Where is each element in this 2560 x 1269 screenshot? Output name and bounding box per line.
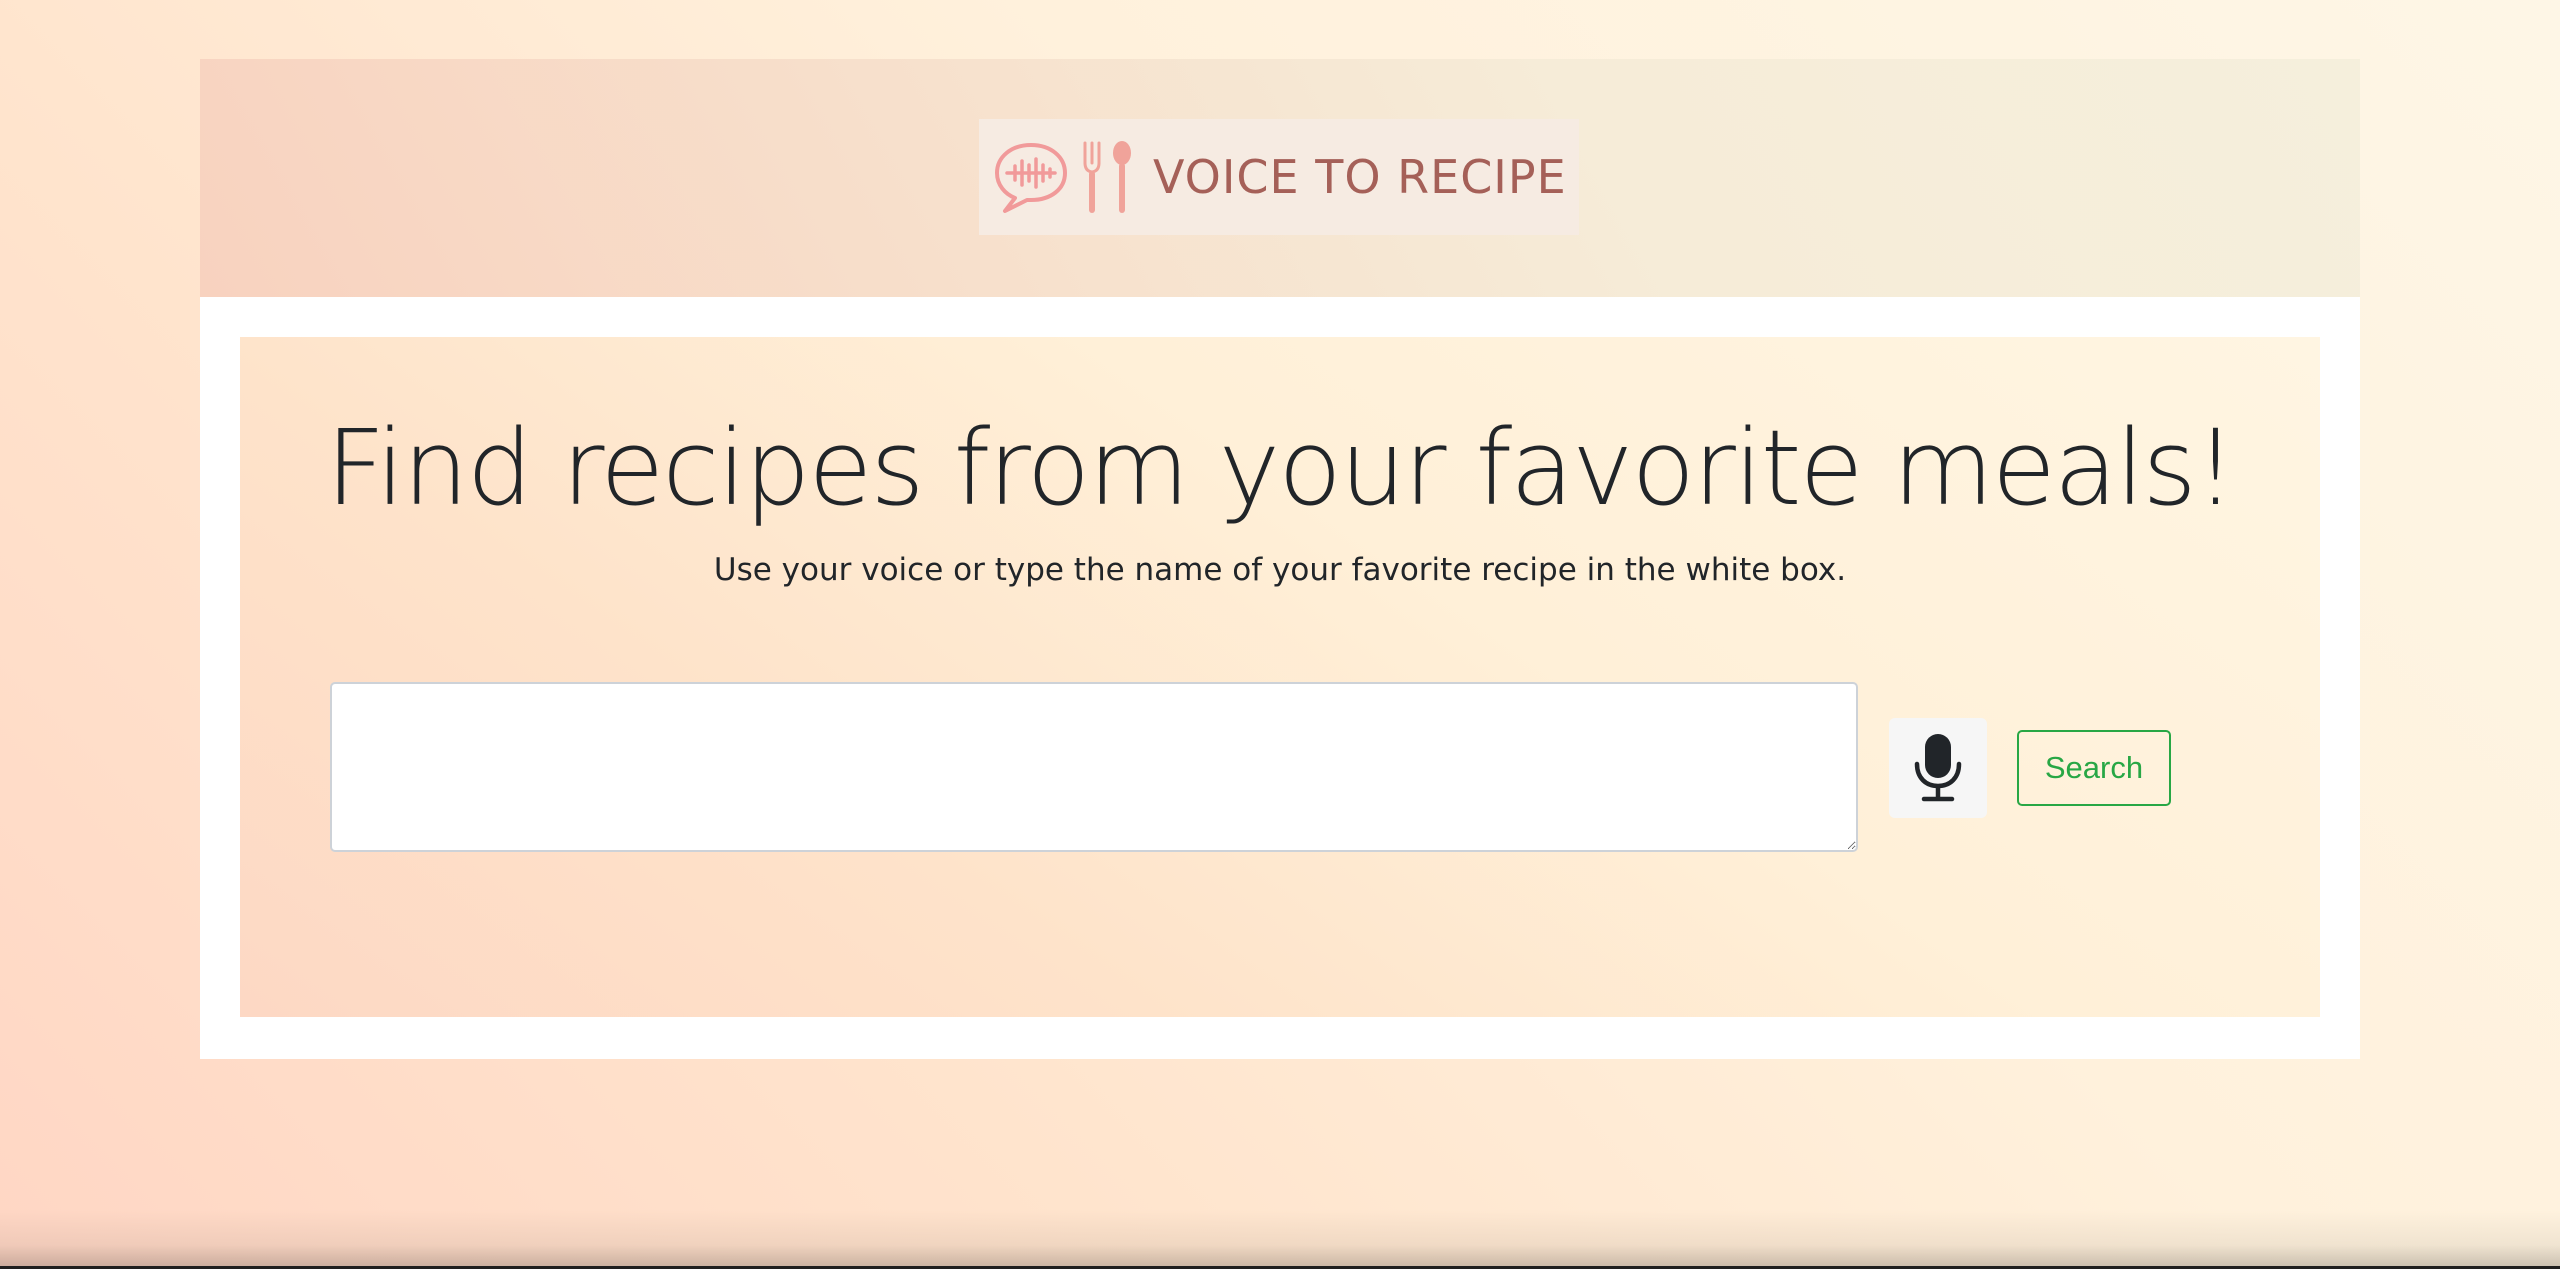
microphone-button[interactable]	[1889, 718, 1987, 818]
search-button[interactable]: Search	[2017, 730, 2171, 806]
spoon-icon	[1113, 141, 1131, 213]
header-banner: VOICE TO RECIPE	[200, 59, 2360, 297]
microphone-icon	[1914, 734, 1962, 802]
main-card: Find recipes from your favorite meals! U…	[200, 297, 2360, 1059]
logo[interactable]: VOICE TO RECIPE	[979, 119, 1579, 235]
page-subtitle: Use your voice or type the name of your …	[713, 552, 1847, 588]
search-panel: Find recipes from your favorite meals! U…	[240, 337, 2320, 1017]
recipe-search-input[interactable]	[330, 682, 1858, 852]
logo-text: VOICE TO RECIPE	[1153, 150, 1567, 204]
fork-icon	[1083, 141, 1101, 213]
bottom-shadow	[0, 1209, 2560, 1269]
page-title: Find recipes from your favorite meals!	[325, 407, 2237, 529]
speech-bubble-soundwave-icon	[995, 143, 1067, 213]
logo-icons	[993, 139, 1133, 215]
